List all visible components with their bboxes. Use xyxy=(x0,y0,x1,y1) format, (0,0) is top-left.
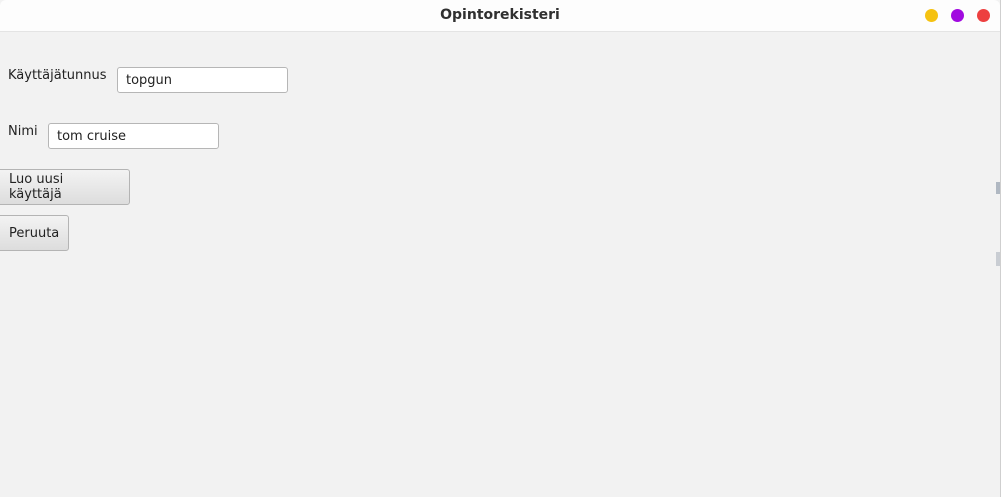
create-user-button[interactable]: Luo uusi käyttäjä xyxy=(0,169,130,205)
window-edge-artifact xyxy=(996,252,1000,266)
username-label: Käyttäjätunnus xyxy=(8,68,107,83)
username-field[interactable] xyxy=(117,67,288,93)
form-panel: Käyttäjätunnus Nimi Luo uusi käyttäjä Pe… xyxy=(0,32,1000,497)
window-edge-artifact xyxy=(996,182,1000,194)
maximize-button[interactable] xyxy=(951,9,964,22)
window-title: Opintorekisteri xyxy=(440,7,560,23)
title-bar[interactable]: Opintorekisteri xyxy=(0,0,1000,32)
cancel-button[interactable]: Peruuta xyxy=(0,215,69,251)
minimize-button[interactable] xyxy=(925,9,938,22)
app-window: Opintorekisteri Käyttäjätunnus Nimi Luo … xyxy=(0,0,1001,497)
name-label: Nimi xyxy=(8,124,38,139)
name-field[interactable] xyxy=(48,123,219,149)
close-button[interactable] xyxy=(977,9,990,22)
